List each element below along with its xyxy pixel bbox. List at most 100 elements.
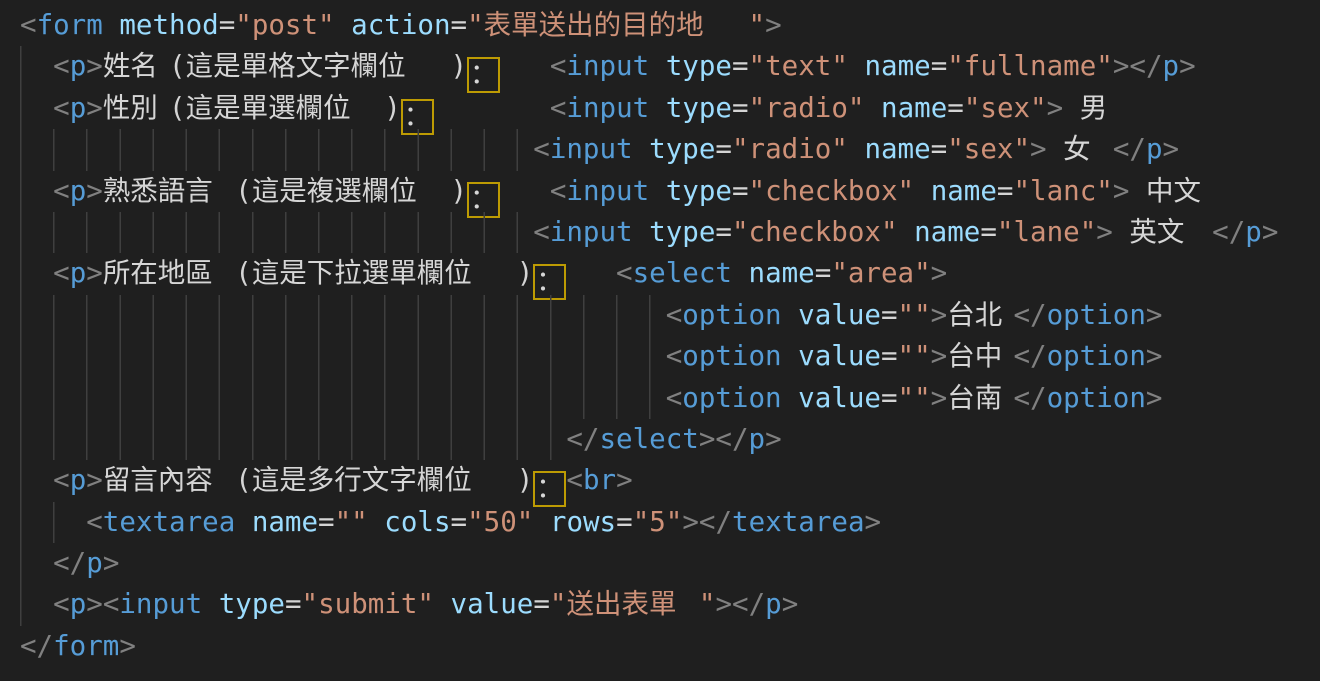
token-tag-name: p xyxy=(1163,50,1180,82)
token-text xyxy=(1096,133,1113,165)
token-attribute-name: type xyxy=(666,50,732,82)
code-line-16: </form> xyxy=(20,626,1320,667)
token-equals: = xyxy=(715,133,732,165)
token-string: "" xyxy=(898,340,931,372)
token-string: " xyxy=(749,9,766,41)
token-punctuation: </ xyxy=(1212,216,1245,248)
token-punctuation: > xyxy=(1163,133,1180,165)
token-punctuation: < xyxy=(533,216,550,248)
token-text xyxy=(500,175,550,207)
token-tag-name: option xyxy=(682,382,781,414)
token-equals: = xyxy=(931,50,948,82)
token-text-cjk: 所在地區 xyxy=(103,253,235,294)
code-line-10: <option value="">台南</option> xyxy=(20,378,1320,419)
token-equals: = xyxy=(219,9,236,41)
token-punctuation: < xyxy=(550,50,567,82)
code-line-9: <option value="">台中</option> xyxy=(20,336,1320,377)
token-text: ( xyxy=(235,464,252,496)
code-line-4: <input type="radio" name="sex"> 女 </p> xyxy=(20,129,1320,170)
indent-guides xyxy=(20,419,566,460)
token-attribute-name: name xyxy=(864,50,930,82)
token-text xyxy=(368,506,385,538)
code-editor[interactable]: <form method="post" action="表單送出的目的地"> <… xyxy=(0,0,1320,681)
token-text xyxy=(235,506,252,538)
token-attribute-name: name xyxy=(252,506,318,538)
token-attribute-name: value xyxy=(798,340,881,372)
token-punctuation: </ xyxy=(1129,50,1162,82)
token-tag-name: option xyxy=(1047,299,1146,331)
token-tag-name: p xyxy=(70,50,87,82)
token-punctuation: > xyxy=(765,423,782,455)
token-text xyxy=(1196,216,1213,248)
token-text: ( xyxy=(169,92,186,124)
token-text: ( xyxy=(169,50,186,82)
token-text xyxy=(633,133,650,165)
indent-guides xyxy=(20,129,533,170)
token-string: "lane" xyxy=(997,216,1096,248)
token-equals: = xyxy=(881,299,898,331)
token-text: ( xyxy=(235,175,252,207)
token-tag-name: option xyxy=(1047,340,1146,372)
token-punctuation: > xyxy=(1030,133,1047,165)
token-punctuation: > xyxy=(1113,175,1130,207)
token-attribute-name: value xyxy=(798,299,881,331)
token-tag-name: input xyxy=(566,175,649,207)
token-text-cjk: 性別 xyxy=(103,88,169,129)
token-text-cjk: 這是單格文字欄位 xyxy=(186,46,451,87)
token-tag-name: p xyxy=(749,423,766,455)
token-tag-name: p xyxy=(1245,216,1262,248)
token-punctuation: </ xyxy=(20,630,53,662)
token-tag-name: p xyxy=(70,464,87,496)
token-punctuation: > xyxy=(86,175,103,207)
token-punctuation: < xyxy=(53,464,70,496)
token-text xyxy=(1063,92,1080,124)
token-text-cjk: 台北 xyxy=(947,295,1013,336)
token-text-cjk: 這是多行文字欄位 xyxy=(252,460,517,501)
token-punctuation: > xyxy=(1096,216,1113,248)
token-string: "50" xyxy=(467,506,533,538)
token-text xyxy=(434,588,451,620)
token-equals: = xyxy=(318,506,335,538)
token-equals: = xyxy=(881,340,898,372)
token-text-cjk: 台中 xyxy=(947,336,1013,377)
token-tag-name: p xyxy=(70,175,87,207)
token-punctuation: < xyxy=(666,299,683,331)
token-tag-name: option xyxy=(682,340,781,372)
token-tag-name: select xyxy=(600,423,699,455)
token-text xyxy=(533,506,550,538)
indent-guides xyxy=(20,336,666,377)
token-text-cjk: 英文 xyxy=(1129,212,1195,253)
token-attribute-name: name xyxy=(881,92,947,124)
token-tag-name: p xyxy=(70,257,87,289)
indent-guides xyxy=(20,460,53,501)
token-tag-name: input xyxy=(566,92,649,124)
token-string: "checkbox" xyxy=(749,175,915,207)
token-punctuation: > xyxy=(1146,340,1163,372)
token-punctuation: < xyxy=(53,257,70,289)
token-string-cjk: 表單送出的目的地 xyxy=(484,5,749,46)
token-text xyxy=(649,92,666,124)
token-punctuation: </ xyxy=(1113,133,1146,165)
token-punctuation: < xyxy=(550,175,567,207)
token-text: ( xyxy=(235,257,252,289)
token-text-cjk: 台南 xyxy=(947,378,1013,419)
token-equals: = xyxy=(715,216,732,248)
token-punctuation: < xyxy=(53,175,70,207)
token-text xyxy=(500,50,550,82)
token-equals: = xyxy=(616,506,633,538)
token-punctuation: < xyxy=(20,9,37,41)
token-equals: = xyxy=(451,506,468,538)
token-string: "lanc" xyxy=(1013,175,1112,207)
token-tag-name: form xyxy=(53,630,119,662)
token-text: ) xyxy=(517,464,534,496)
token-punctuation: < xyxy=(616,257,633,289)
token-equals: = xyxy=(931,133,948,165)
token-punctuation: > xyxy=(86,588,103,620)
token-equals: = xyxy=(285,588,302,620)
token-punctuation: < xyxy=(53,50,70,82)
indent-guides xyxy=(20,88,53,129)
token-text xyxy=(202,588,219,620)
token-attribute-name: cols xyxy=(384,506,450,538)
token-punctuation: < xyxy=(86,506,103,538)
token-punctuation: > xyxy=(931,257,948,289)
